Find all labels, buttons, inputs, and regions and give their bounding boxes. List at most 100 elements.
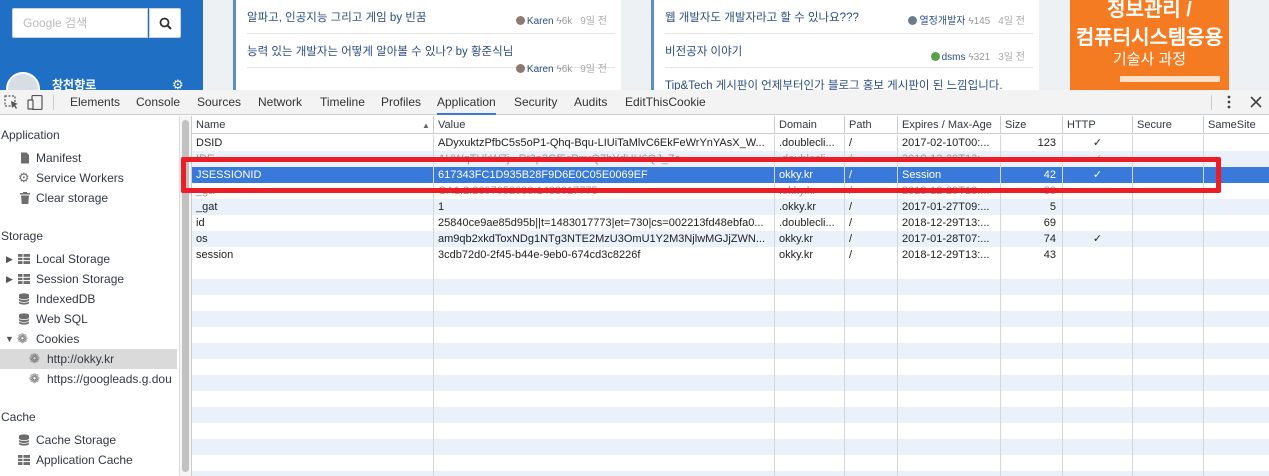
column-header-name[interactable]: Name	[192, 116, 434, 134]
cookies-table: Name Value Domain Path Expires / Max-Age…	[192, 116, 1269, 476]
sidebar-item-application-cache[interactable]: Application Cache	[0, 450, 177, 470]
post-author[interactable]: Karen	[527, 16, 554, 27]
cell-expires: 2018-12-29T13:...	[898, 215, 1001, 231]
table-row-selected[interactable]: JSESSIONID 617343FC1D935B28F9D6E0C05E006…	[192, 167, 1269, 183]
expand-arrow-icon[interactable]: ▶	[6, 269, 13, 289]
column-divider	[774, 263, 775, 476]
sidebar-item-label: IndexedDB	[36, 292, 96, 306]
post-score: 321	[973, 52, 991, 63]
list-item[interactable]: 알파고, 인공지능 그리고 게임 by 빈꿈 Karen ϟ6k 9일 전	[247, 0, 615, 34]
sidebar-item-label: http://okky.kr	[47, 352, 115, 366]
tab-sources[interactable]: Sources	[197, 90, 241, 114]
expand-arrow-icon[interactable]: ▶	[6, 249, 13, 269]
column-header-secure[interactable]: Secure	[1133, 116, 1204, 134]
sidebar-item-cache-storage[interactable]: Cache Storage	[0, 430, 177, 450]
tab-profiles[interactable]: Profiles	[381, 90, 421, 114]
toolbar-divider	[1211, 95, 1212, 110]
tab-console[interactable]: Console	[136, 90, 180, 114]
sidebar-item-local-storage[interactable]: ▶ Local Storage	[0, 249, 177, 269]
devtools-toolbar: Elements Console Sources Network Timelin…	[0, 90, 1269, 115]
sidebar-item-cookie-origin[interactable]: ❁ http://okky.kr	[0, 349, 177, 369]
tab-editthiscookie[interactable]: EditThisCookie	[625, 90, 706, 114]
scrollbar-thumb[interactable]	[182, 120, 189, 472]
tab-network[interactable]: Network	[258, 90, 302, 114]
sidebar-item-session-storage[interactable]: ▶ Session Storage	[0, 269, 177, 289]
table-row[interactable]: IDE AHWqTUkWZj...Rt3p3Gf5cPmrQ7hYdUH6QJ_…	[192, 151, 1269, 167]
more-options-icon[interactable]	[1222, 94, 1236, 110]
post-title[interactable]: 능력 있는 개발자는 어떻게 알아볼 수 있나? by 황준식님	[247, 43, 513, 59]
table-row[interactable]: _gat 1 .okky.kr / 2017-01-27T09:... 5	[192, 199, 1269, 215]
cell-http: ✓	[1063, 135, 1133, 151]
sidebar-item-label: Service Workers	[36, 171, 124, 185]
post-meta: Karen ϟ6k 9일 전	[515, 12, 607, 27]
nav-username[interactable]: 창천향로	[52, 76, 96, 90]
column-header-domain[interactable]: Domain	[775, 116, 845, 134]
gear-icon[interactable]: ⚙	[172, 78, 184, 90]
cell-value: am9qb2xkdToxNDg1NTg3NTE2MzU3OmU1Y2M3Njlw…	[434, 231, 775, 247]
cell-samesite	[1204, 231, 1269, 247]
cell-expires: 2017-01-28T07:...	[898, 231, 1001, 247]
post-author[interactable]: 열정개발자	[919, 16, 965, 27]
cell-expires: 2017-01-27T09:...	[898, 199, 1001, 215]
post-author[interactable]: Karen	[527, 64, 554, 75]
post-meta: Karen ϟ6k 9일 전	[515, 60, 607, 75]
sidebar-item-service-workers[interactable]: ⚙ Service Workers	[0, 168, 177, 188]
cell-value: 1	[434, 199, 775, 215]
inspect-element-icon[interactable]	[4, 95, 20, 110]
post-title[interactable]: 알파고, 인공지능 그리고 게임 by 빈꿈	[247, 9, 426, 25]
cell-path: /	[845, 215, 898, 231]
post-time: 3일 전	[998, 52, 1025, 63]
sort-ascending-icon[interactable]: ▲	[422, 121, 430, 130]
sidebar-item-manifest[interactable]: Manifest	[0, 148, 177, 168]
tab-audits[interactable]: Audits	[574, 90, 607, 114]
ad-banner[interactable]: 정보관리 / 컴퓨터시스템응용 기술사 과정	[1070, 0, 1229, 90]
cell-name: id	[192, 215, 434, 231]
search-input[interactable]: Google 검색	[12, 8, 148, 38]
post-author[interactable]: dsms	[942, 52, 966, 63]
tab-security[interactable]: Security	[514, 90, 557, 114]
column-header-samesite[interactable]: SameSite	[1204, 116, 1269, 134]
cell-secure	[1133, 167, 1204, 183]
tab-elements[interactable]: Elements	[70, 90, 120, 114]
list-item[interactable]: 비전공자 이야기 dsms ϟ321 3일 전	[665, 34, 1033, 68]
column-divider	[844, 263, 845, 476]
close-icon[interactable]	[1250, 96, 1262, 108]
collapse-arrow-icon[interactable]: ▼	[5, 329, 14, 349]
search-button[interactable]	[149, 8, 181, 38]
sidebar-item-indexeddb[interactable]: IndexedDB	[0, 289, 177, 309]
table-row[interactable]: id 25840ce9ae85d95b||t=1483017773|et=730…	[192, 215, 1269, 231]
device-toolbar-icon[interactable]	[27, 95, 43, 110]
sidebar-scrollbar[interactable]	[179, 116, 191, 476]
column-header-path[interactable]: Path	[845, 116, 898, 134]
post-title[interactable]: 비전공자 이야기	[665, 43, 742, 59]
table-row[interactable]: session 3cdb72d0-2f45-b44e-9eb0-674cd3c8…	[192, 247, 1269, 263]
column-header-http[interactable]: HTTP	[1063, 116, 1133, 134]
list-item[interactable]: 웹 개발자도 개발자라고 할 수 있나요??? 열정개발자 ϟ145 4일 전	[665, 0, 1033, 34]
post-title[interactable]: 웹 개발자도 개발자라고 할 수 있나요???	[665, 9, 859, 25]
cell-domain: okky.kr	[775, 247, 845, 263]
cookie-icon: ❁	[29, 371, 40, 386]
cell-name: _ga	[192, 183, 434, 199]
tab-timeline[interactable]: Timeline	[320, 90, 365, 114]
list-item[interactable]: 능력 있는 개발자는 어떻게 알아볼 수 있나? by 황준식님 Karen ϟ…	[247, 34, 615, 75]
sidebar-item-cookies[interactable]: ▼ ❁ Cookies	[0, 329, 177, 349]
column-header-value[interactable]: Value	[434, 116, 775, 134]
table-row[interactable]: os am9qb2xkdToxNDg1NTg3NTE2MzU3OmU1Y2M3N…	[192, 231, 1269, 247]
cell-domain: .doublecli...	[775, 135, 845, 151]
table-row[interactable]: DSID ADyxuktzPfbC5s5oP1-Qhq-Bqu-LIUiTaMl…	[192, 135, 1269, 151]
sidebar-item-clear-storage[interactable]: Clear storage	[0, 188, 177, 208]
column-header-expires[interactable]: Expires / Max-Age	[898, 116, 1001, 134]
avatar[interactable]	[6, 72, 40, 90]
cell-secure	[1133, 135, 1204, 151]
sidebar-item-cookie-origin[interactable]: ❁ https://googleads.g.dou	[0, 369, 177, 389]
sidebar-item-web-sql[interactable]: Web SQL	[0, 309, 177, 329]
sidebar-item-label: Clear storage	[36, 191, 109, 205]
table-row[interactable]: _ga GA1.2.2097052033.1483017775 .okky.kr…	[192, 183, 1269, 199]
post-title[interactable]: Tip&Tech 게시판이 언제부터인가 블로그 홍보 게시판이 된 느낌입니다…	[665, 77, 1003, 90]
tab-application[interactable]: Application	[437, 90, 496, 115]
cell-size: 69	[1001, 215, 1063, 231]
list-item[interactable]: Tip&Tech 게시판이 언제부터인가 블로그 홍보 게시판이 된 느낌입니다…	[665, 68, 1033, 90]
column-header-size[interactable]: Size	[1001, 116, 1063, 134]
cell-value: GA1.2.2097052033.1483017775	[434, 183, 775, 199]
sidebar-item-label: Web SQL	[36, 312, 88, 326]
